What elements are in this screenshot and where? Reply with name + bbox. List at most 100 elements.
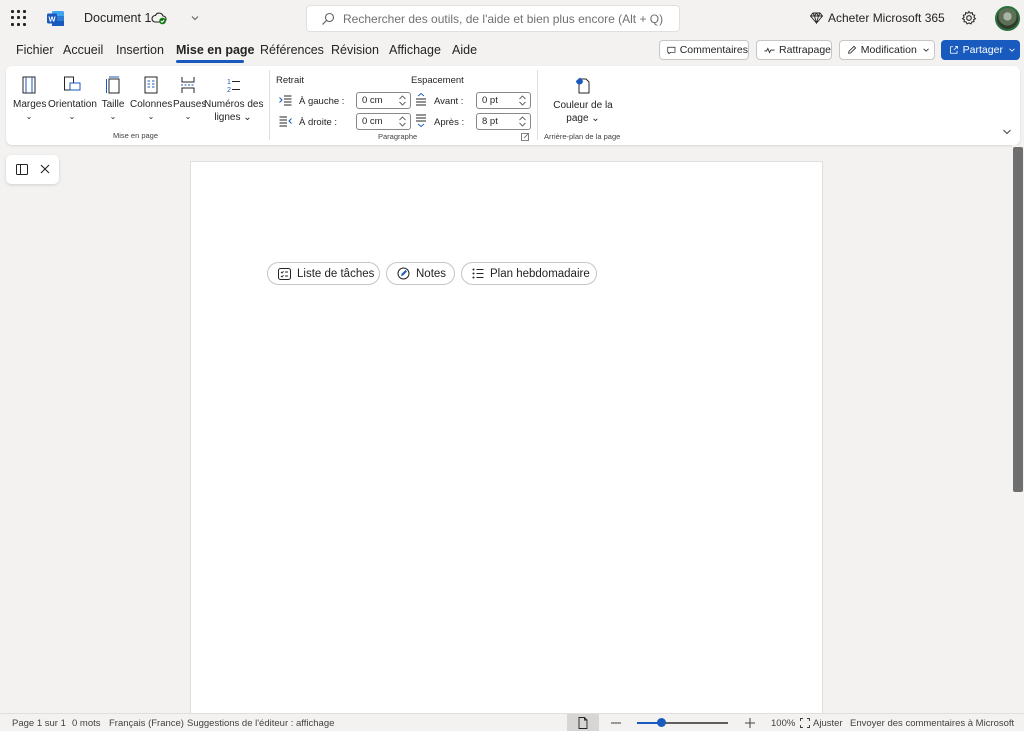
comments-button[interactable]: Commentaires (659, 40, 749, 60)
cloud-saved-icon[interactable] (151, 11, 167, 25)
margins-button[interactable]: Marges ⌄ (13, 76, 47, 121)
collapse-ribbon-icon[interactable] (1002, 128, 1012, 136)
spacing-before-label: Avant : (434, 96, 464, 107)
language-status[interactable]: Français (France) (109, 718, 184, 729)
fit-icon (800, 718, 810, 728)
ribbon-separator (537, 70, 538, 140)
page-size-icon (106, 76, 120, 94)
spacing-title: Espacement (411, 75, 464, 86)
comment-icon (667, 46, 676, 55)
indent-right-value: 0 cm (362, 116, 383, 127)
editing-mode-label: Modification (860, 44, 917, 56)
spacing-after-input[interactable]: 8 pt (476, 113, 531, 130)
suggestion-notes[interactable]: Notes (386, 262, 455, 285)
search-placeholder: Rechercher des outils, de l'aide et bien… (343, 12, 664, 26)
page-color-button[interactable]: Couleur de la page ⌄ (550, 76, 616, 125)
breaks-button[interactable]: Pauses ⌄ (173, 76, 207, 121)
app-launcher-icon[interactable] (11, 10, 27, 26)
zoom-slider[interactable] (637, 718, 728, 727)
navigation-pane-icon[interactable] (16, 164, 28, 175)
search-box[interactable]: Rechercher des outils, de l'aide et bien… (306, 5, 680, 32)
tab-aide[interactable]: Aide (452, 43, 477, 57)
avatar[interactable] (995, 6, 1020, 31)
tab-fichier[interactable]: Fichier (16, 43, 54, 57)
chevron-down-icon[interactable] (189, 12, 201, 24)
navigation-pane-toggle (6, 155, 59, 184)
indent-right-input[interactable]: 0 cm (356, 113, 411, 130)
document-title[interactable]: Document 1 (84, 11, 151, 25)
spacing-after-label: Après : (434, 117, 465, 128)
indent-right-icon (279, 116, 292, 127)
task-list-icon (278, 267, 291, 280)
document-page[interactable]: Liste de tâches Notes Plan hebdomadaire (190, 161, 823, 721)
indent-title: Retrait (276, 75, 304, 86)
tab-revision[interactable]: Révision (331, 43, 379, 57)
close-icon[interactable] (40, 164, 50, 174)
notes-icon (397, 267, 410, 280)
view-mode-button[interactable] (567, 714, 599, 731)
indent-left-icon (279, 95, 292, 106)
spinner-arrows-icon[interactable] (518, 94, 527, 107)
spinner-arrows-icon[interactable] (398, 115, 407, 128)
suggestion-weekly-plan-label: Plan hebdomadaire (490, 267, 590, 280)
line-numbers-icon: 1 2 (227, 79, 240, 94)
catchup-icon (764, 46, 775, 54)
chevron-down-icon (1009, 48, 1015, 52)
bulleted-list-icon (472, 268, 484, 279)
ribbon: Marges ⌄ Orientation ⌄ Taille ⌄ Colonnes… (6, 66, 1020, 145)
tab-accueil[interactable]: Accueil (63, 43, 103, 57)
columns-button[interactable]: Colonnes ⌄ (130, 76, 172, 121)
page-count[interactable]: Page 1 sur 1 (12, 718, 66, 729)
spacing-after-value: 8 pt (482, 116, 498, 127)
title-bar: W Document 1 Rechercher des outils, de l… (0, 0, 1024, 38)
zoom-level[interactable]: 100% (771, 718, 795, 729)
fit-button[interactable]: Ajuster (813, 718, 843, 729)
chevron-down-icon: ⌄ (184, 112, 192, 121)
suggestion-weekly-plan[interactable]: Plan hebdomadaire (461, 262, 597, 285)
scrollbar-thumb[interactable] (1013, 147, 1023, 492)
tab-references[interactable]: Références (260, 43, 324, 57)
orientation-button[interactable]: Orientation ⌄ (48, 76, 97, 121)
zoom-out-icon[interactable] (611, 722, 621, 724)
line-numbers-button[interactable]: 1 2 Numéros des lignes ⌄ (204, 76, 263, 124)
catchup-button[interactable]: Rattrapage (756, 40, 832, 60)
indent-left-input[interactable]: 0 cm (356, 92, 411, 109)
catchup-label: Rattrapage (779, 44, 831, 56)
page-color-icon (576, 77, 590, 94)
spacing-before-input[interactable]: 0 pt (476, 92, 531, 109)
spinner-arrows-icon[interactable] (398, 94, 407, 107)
dialog-launcher-icon[interactable] (521, 133, 529, 141)
tab-insertion[interactable]: Insertion (116, 43, 164, 57)
page-view-icon (578, 717, 588, 729)
share-icon (950, 45, 958, 54)
page-color-label-2: page ⌄ (566, 113, 600, 124)
suggestion-task-list-label: Liste de tâches (297, 267, 375, 280)
editor-suggestions-status[interactable]: Suggestions de l'éditeur : affichage (187, 718, 334, 729)
zoom-slider-thumb[interactable] (657, 718, 666, 727)
ribbon-separator (269, 70, 270, 140)
page-break-icon (181, 77, 195, 93)
share-label: Partager (962, 44, 1003, 56)
indent-left-label: À gauche : (299, 96, 345, 107)
breaks-label: Pauses (173, 99, 207, 110)
suggestion-task-list[interactable]: Liste de tâches (267, 262, 380, 285)
share-button[interactable]: Partager (941, 40, 1020, 60)
group-label-page-setup: Mise en page (113, 131, 159, 140)
size-button[interactable]: Taille ⌄ (101, 76, 125, 121)
size-label: Taille (101, 99, 125, 110)
margins-icon (22, 76, 36, 94)
margins-label: Marges (13, 99, 47, 110)
buy-microsoft-365-link[interactable]: Acheter Microsoft 365 (828, 11, 945, 25)
editing-mode-button[interactable]: Modification (839, 40, 935, 60)
vertical-scrollbar[interactable] (1012, 145, 1024, 713)
spacing-after-icon (416, 114, 426, 127)
spinner-arrows-icon[interactable] (518, 115, 527, 128)
feedback-link[interactable]: Envoyer des commentaires à Microsoft (850, 718, 1014, 729)
tab-mise-en-page[interactable]: Mise en page (176, 43, 255, 57)
diamond-icon (810, 12, 823, 24)
active-tab-indicator (176, 60, 244, 63)
gear-icon[interactable] (961, 10, 977, 26)
tab-affichage[interactable]: Affichage (389, 43, 441, 57)
zoom-in-icon[interactable] (745, 718, 755, 728)
word-count[interactable]: 0 mots (72, 718, 101, 729)
